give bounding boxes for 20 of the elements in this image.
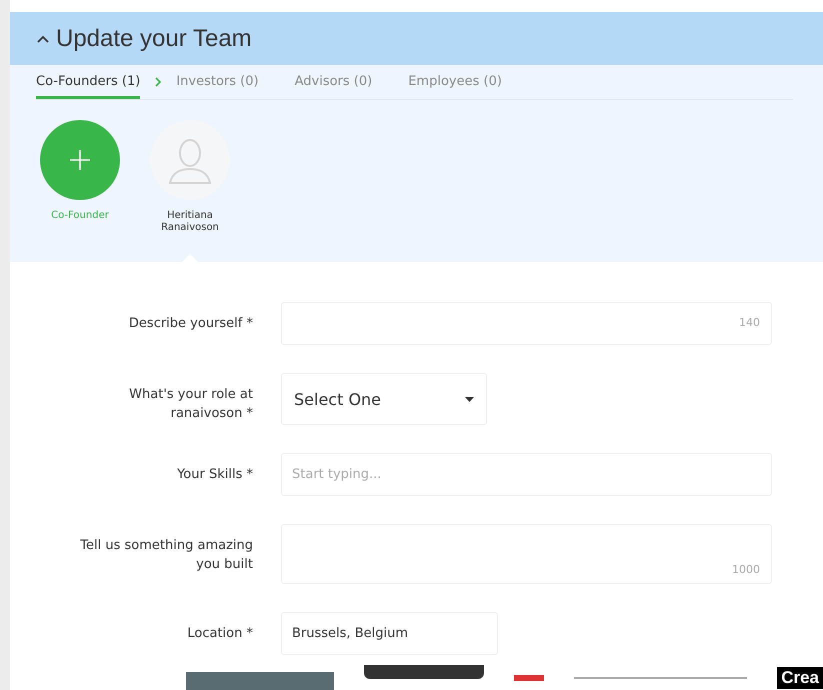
banner-text: Crea (777, 666, 823, 688)
field-label: Tell us something amazing you built (79, 537, 253, 574)
tab[interactable]: Co-Founders (1) (36, 66, 140, 98)
logo-image (514, 674, 544, 680)
character-counter: 140 (739, 316, 760, 329)
select-dropdown[interactable]: Select One (281, 373, 487, 425)
section-title: Update your Team (56, 24, 252, 52)
input-field[interactable]: Start typing... (281, 453, 772, 496)
field-label: Describe yourself * (128, 315, 253, 333)
chevron-up-icon[interactable] (36, 34, 50, 44)
chevron-right-icon (154, 77, 162, 87)
field-label: Your Skills * (176, 466, 253, 484)
caret-icon (465, 396, 474, 402)
character-counter: 1000 (732, 563, 760, 576)
member-name: Heritiana Ranaivoson (160, 210, 220, 234)
member-label: Co-Founder (51, 210, 109, 222)
field-label: What's your role at ranaivoson * (128, 386, 253, 423)
plus-icon (69, 149, 91, 171)
field-label: Location * (186, 625, 253, 643)
input-field[interactable]: Brussels, Belgium (281, 612, 498, 655)
